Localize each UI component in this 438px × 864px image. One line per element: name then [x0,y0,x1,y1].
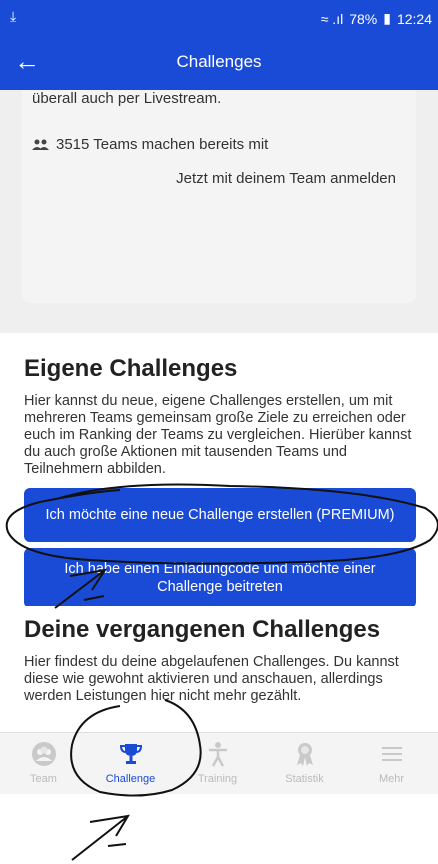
page-title: Challenges [176,52,262,71]
battery-percent: 78% [349,10,378,27]
tab-team[interactable]: Team [0,733,87,795]
people-icon [32,139,49,150]
menu-icon [381,747,402,761]
join-challenge-button[interactable]: Ich habe einen Einladungcode und möchte … [24,548,416,608]
status-bar: ⤓ ≈ .ıl 78% ▮ 12:24 [0,0,438,36]
tab-mehr[interactable]: Mehr [348,733,435,795]
challenge-card: überall auch per Livestream. 3515 Teams … [22,90,416,303]
teams-count: 3515 Teams machen bereits mit [32,136,268,153]
own-challenges-description: Hier kannst du neue, eigene Challenges e… [24,393,412,477]
tab-label: Challenge [105,773,156,785]
past-challenges-heading: Deine vergangenen Challenges [24,616,381,643]
teams-count-text: 3515 Teams machen bereits mit [56,136,269,153]
tab-challenge[interactable]: Challenge [87,733,174,795]
trophy-icon [119,744,142,764]
download-icon: ⤓ [10,8,17,24]
signal-icon: ≈ .ıl [320,10,344,27]
past-challenges-description: Hier findest du deine abgelaufenen Chall… [24,654,399,704]
tab-statistik[interactable]: Statistik [261,733,348,795]
tab-label: Training [197,773,238,785]
tab-label: Statistik [285,773,324,785]
tab-label: Team [30,773,57,785]
past-challenges-section: Deine vergangenen Challenges Hier findes… [0,606,438,732]
app-bar: ← Challenges [0,36,438,90]
join-team-link[interactable]: Jetzt mit deinem Team anmelden [176,170,396,187]
person-icon [208,742,227,767]
clock: 12:24 [396,10,432,27]
battery-icon: ▮ [383,10,391,26]
bottom-tab-bar: Team Challenge Training Statistik Mehr [0,732,438,794]
tab-training[interactable]: Training [174,733,261,795]
create-challenge-button[interactable]: Ich möchte eine neue Challenge erstellen… [24,488,416,542]
team-icon [31,742,56,766]
card-description-tail: überall auch per Livestream. [32,90,222,107]
status-right: ≈ .ıl 78% ▮ 12:24 [321,10,432,27]
own-challenges-heading: Eigene Challenges [24,355,238,382]
blank-area [0,794,438,864]
medal-icon [296,743,313,766]
tab-label: Mehr [378,773,405,785]
